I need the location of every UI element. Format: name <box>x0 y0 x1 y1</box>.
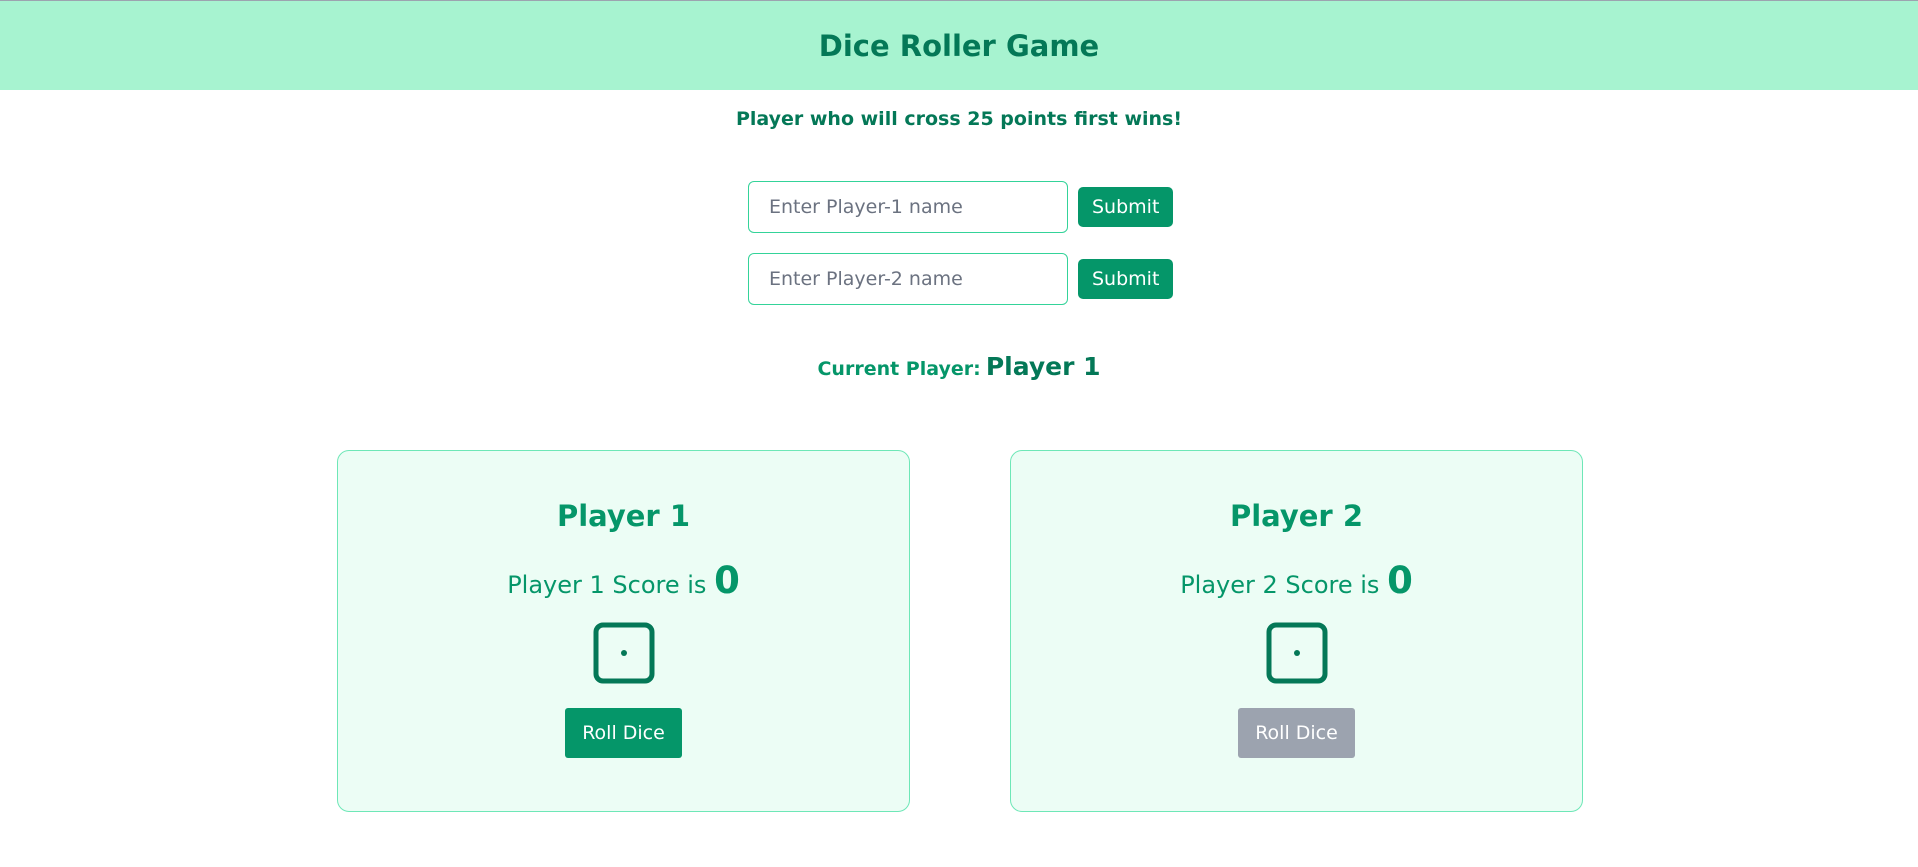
player2-score-text: Player 2 Score is <box>1180 571 1380 599</box>
player1-score-line: Player 1 Score is 0 <box>338 559 909 602</box>
player2-card: Player 2 Player 2 Score is 0 Roll Dice <box>1010 450 1583 812</box>
page-title: Dice Roller Game <box>818 28 1100 63</box>
dice-one-icon <box>1266 622 1327 684</box>
player2-title: Player 2 <box>1229 499 1364 533</box>
player2-name-row: Submit <box>748 253 1174 305</box>
player2-score-value: 0 <box>1387 559 1413 602</box>
player1-name-input[interactable] <box>748 181 1068 233</box>
player2-score-line: Player 2 Score is 0 <box>1011 559 1582 602</box>
current-player-value: Player 1 <box>985 352 1101 381</box>
player1-score-text: Player 1 Score is <box>507 571 707 599</box>
player1-card: Player 1 Player 1 Score is 0 Roll Dice <box>337 450 910 812</box>
game-rule-text: Player who will cross 25 points first wi… <box>735 108 1183 130</box>
current-player-indicator: Current Player: Player 1 <box>0 352 1918 381</box>
player1-title: Player 1 <box>556 499 691 533</box>
player2-name-input[interactable] <box>748 253 1068 305</box>
player1-name-row: Submit <box>748 181 1174 233</box>
player2-submit-button[interactable]: Submit <box>1078 259 1174 299</box>
player2-roll-dice-button[interactable]: Roll Dice <box>1238 708 1355 758</box>
player1-roll-dice-button[interactable]: Roll Dice <box>565 708 682 758</box>
header-bar: Dice Roller Game <box>0 0 1918 90</box>
dice-one-icon <box>593 622 654 684</box>
current-player-label: Current Player: <box>817 358 981 380</box>
player1-submit-button[interactable]: Submit <box>1078 187 1174 227</box>
player1-score-value: 0 <box>714 559 740 602</box>
